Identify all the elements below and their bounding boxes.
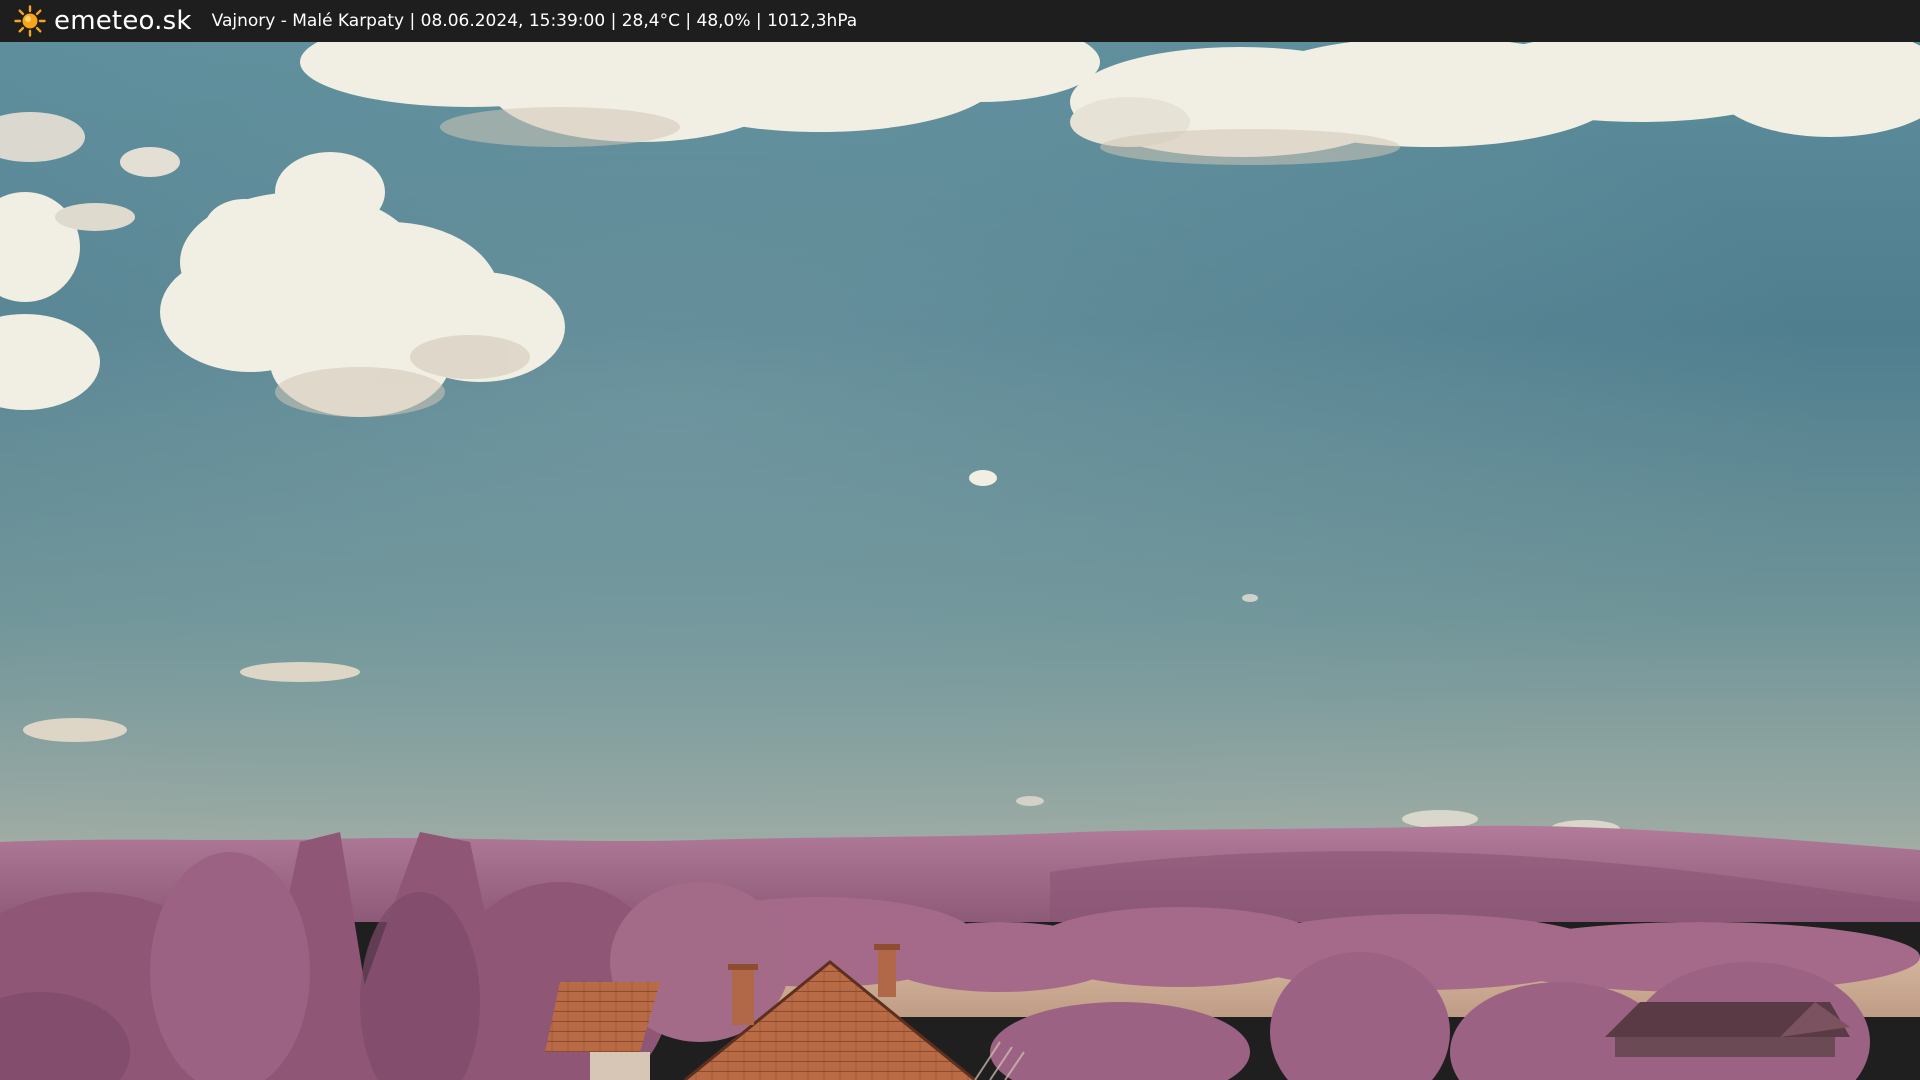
sun-icon [14,5,46,37]
separator: | [750,11,768,31]
temperature-text: 28,4°C [621,11,680,31]
webcam-frame: emeteo.sk Vajnory - Malé Karpaty | 08.06… [0,0,1920,1080]
datetime-text: 08.06.2024, 15:39:00 [420,11,606,31]
location-text: Vajnory - Malé Karpaty [211,11,405,31]
pressure-text: 1012,3hPa [767,11,858,31]
webcam-image [0,42,1920,1080]
brand-logo-text: emeteo.sk [54,6,192,36]
info-bar: emeteo.sk Vajnory - Malé Karpaty | 08.06… [0,0,1920,42]
separator: | [404,11,421,31]
weather-caption: Vajnory - Malé Karpaty | 08.06.2024, 15:… [212,0,858,42]
humidity-text: 48,0% [696,11,751,31]
house-right [1605,1002,1850,1057]
separator: | [679,11,697,31]
separator: | [605,11,622,31]
